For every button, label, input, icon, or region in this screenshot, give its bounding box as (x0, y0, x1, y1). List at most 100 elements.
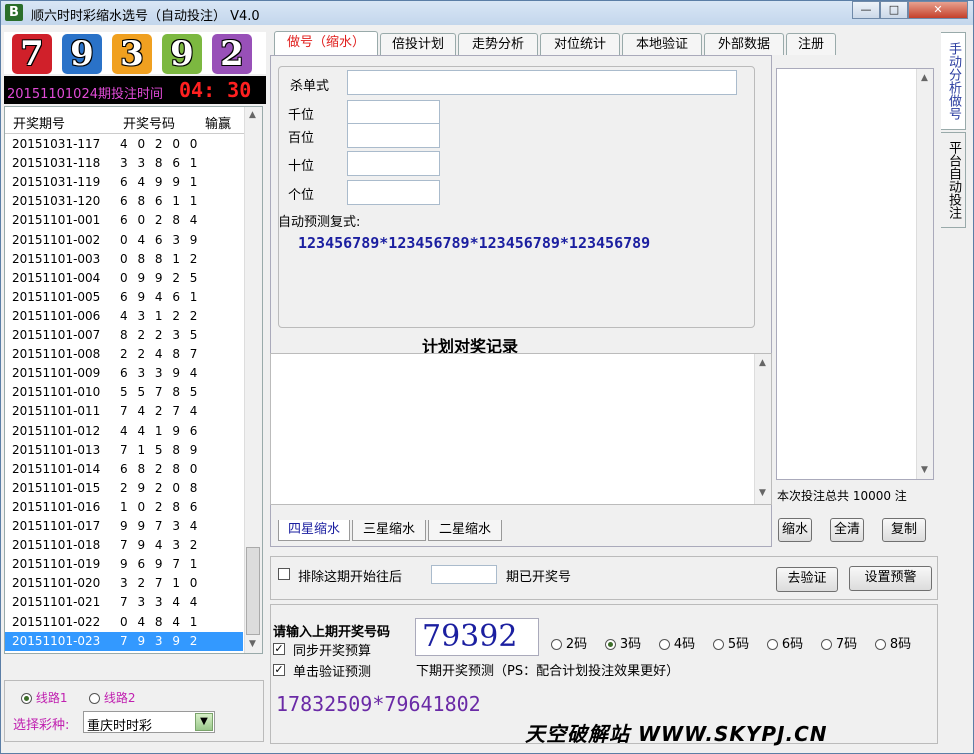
scroll-down-icon[interactable]: ▼ (759, 488, 766, 498)
single-verify-checkbox[interactable]: ✓ (273, 662, 285, 676)
kill-input[interactable] (347, 70, 737, 95)
table-row[interactable]: 20151101-002 0 4 6 3 9 (5, 231, 243, 250)
code-option-radio[interactable]: 3码 (605, 633, 641, 652)
minimize-button[interactable]: — (852, 1, 880, 19)
row-period: 20151101-018 (12, 538, 101, 553)
qian-label: 千位 (288, 108, 315, 123)
clear-button[interactable]: 全清 (830, 518, 864, 542)
tab-auto-bet[interactable]: 平台自动投注 (941, 132, 966, 228)
table-row[interactable]: 20151101-006 4 3 1 2 2 (5, 307, 243, 326)
code-option-radio[interactable]: 5码 (713, 633, 749, 652)
table-row[interactable]: 20151101-019 9 6 9 7 1 (5, 555, 243, 574)
table-row[interactable]: 20151101-003 0 8 8 1 2 (5, 250, 243, 269)
record-scrollbar[interactable]: ▲ ▼ (754, 354, 771, 504)
tab-multiply-plan[interactable]: 倍投计划 (380, 33, 456, 55)
exclude-checkbox[interactable] (278, 566, 290, 580)
sync-checkbox[interactable]: ✓ (273, 641, 285, 655)
shi-input[interactable] (347, 151, 440, 176)
copy-button[interactable]: 复制 (882, 518, 926, 542)
table-row[interactable]: 20151101-015 2 9 2 0 8 (5, 479, 243, 498)
header-number[interactable]: 开奖号码 (123, 113, 175, 132)
table-row[interactable]: 20151101-001 6 0 2 8 4 (5, 211, 243, 230)
row-numbers: 4 4 1 9 6 (120, 423, 201, 438)
table-row[interactable]: 20151101-014 6 8 2 8 0 (5, 460, 243, 479)
scroll-down-icon[interactable]: ▼ (921, 465, 928, 475)
table-row[interactable]: 20151101-004 0 9 9 2 5 (5, 269, 243, 288)
shrink-button[interactable]: 缩水 (778, 518, 812, 542)
row-numbers: 4 3 1 2 2 (120, 308, 201, 323)
route2-radio[interactable]: 线路2 (89, 689, 135, 706)
row-numbers: 1 0 2 8 6 (120, 499, 201, 514)
table-row[interactable]: 20151101-018 7 9 4 3 2 (5, 536, 243, 555)
history-scrollbar[interactable]: ▲ ▼ (244, 107, 262, 653)
table-row[interactable]: 20151101-023 7 9 3 9 2 (5, 631, 243, 651)
scroll-thumb[interactable] (246, 547, 260, 635)
subtab-four-star[interactable]: 四星缩水 (278, 520, 350, 541)
code-option-radio[interactable]: 6码 (767, 633, 803, 652)
tab-external-data[interactable]: 外部数据 (704, 33, 784, 55)
tab-register[interactable]: 注册 (786, 33, 836, 55)
table-row[interactable]: 20151101-010 5 5 7 8 5 (5, 383, 243, 402)
scroll-up-icon[interactable]: ▲ (249, 110, 256, 120)
row-period: 20151031-120 (12, 194, 101, 209)
table-row[interactable]: 20151101-007 8 2 2 3 5 (5, 326, 243, 345)
route1-radio[interactable]: 线路1 (21, 689, 67, 706)
set-warning-button[interactable]: 设置预警 (849, 566, 932, 591)
history-list[interactable]: 开奖期号 开奖号码 输赢 20151031-117 4 0 2 0 0 201510… (4, 106, 263, 654)
code-option-radio[interactable]: 7码 (821, 633, 857, 652)
bai-input[interactable] (347, 123, 440, 148)
table-row[interactable]: 20151031-119 6 4 9 9 1 (5, 173, 243, 192)
next-predict-label: 下期开奖预测（PS：配合计划投注效果更好） (416, 664, 680, 679)
subtab-two-star[interactable]: 二星缩水 (428, 520, 502, 541)
code-option-label: 3码 (619, 637, 642, 652)
subtab-three-star[interactable]: 三星缩水 (352, 520, 426, 541)
scroll-up-icon[interactable]: ▲ (921, 73, 928, 83)
title-bar: B 顺六时时彩缩水选号（自动投注） V4.0 — □ ✕ (1, 1, 973, 25)
table-row[interactable]: 20151101-011 7 4 2 7 4 (5, 402, 243, 421)
tab-shrink[interactable]: 做号（缩水） (274, 31, 378, 56)
ge-input[interactable] (347, 180, 440, 205)
verify-button[interactable]: 去验证 (776, 567, 838, 592)
code-option-radio[interactable]: 4码 (659, 633, 695, 652)
table-row[interactable]: 20151031-120 6 8 6 1 1 (5, 192, 243, 211)
record-textbox[interactable]: ▲ ▼ (270, 353, 772, 505)
code-option-radio[interactable]: 2码 (551, 633, 587, 652)
table-row[interactable]: 20151101-017 9 9 7 3 4 (5, 517, 243, 536)
tab-manual-analysis[interactable]: 手动分析做号 (941, 32, 966, 130)
row-period: 20151101-017 (12, 519, 101, 533)
close-button[interactable]: ✕ (908, 1, 968, 19)
header-period[interactable]: 开奖期号 (13, 113, 65, 132)
result-list[interactable]: ▲ ▼ (776, 68, 934, 480)
row-period: 20151101-020 (12, 576, 101, 591)
qian-input[interactable] (347, 100, 440, 125)
table-row[interactable]: 20151031-118 3 3 8 6 1 (5, 154, 243, 173)
tab-trend[interactable]: 走势分析 (458, 33, 538, 55)
ge-label: 个位 (288, 188, 315, 203)
maximize-button[interactable]: □ (880, 1, 908, 19)
table-row[interactable]: 20151101-020 3 2 7 1 0 (5, 574, 243, 593)
last-number-input[interactable]: 79392 (415, 618, 539, 656)
table-row[interactable]: 20151101-021 7 3 3 4 4 (5, 593, 243, 612)
header-result[interactable]: 输赢 (205, 113, 231, 132)
scroll-down-icon[interactable]: ▼ (249, 639, 256, 649)
chevron-down-icon[interactable]: ▼ (195, 713, 213, 731)
kill-label: 杀单式 (290, 79, 330, 94)
table-row[interactable]: 20151101-012 4 4 1 9 6 (5, 422, 243, 441)
row-numbers: 3 2 7 1 0 (120, 576, 201, 591)
result-scrollbar[interactable]: ▲ ▼ (916, 69, 933, 479)
exclude-period-input[interactable] (431, 565, 497, 584)
row-numbers: 0 8 8 1 2 (120, 251, 201, 266)
tab-local-verify[interactable]: 本地验证 (622, 33, 702, 55)
table-row[interactable]: 20151031-117 4 0 2 0 0 (5, 135, 243, 154)
scroll-up-icon[interactable]: ▲ (759, 358, 766, 368)
code-option-radio[interactable]: 8码 (875, 633, 911, 652)
table-row[interactable]: 20151101-016 1 0 2 8 6 (5, 498, 243, 517)
table-row[interactable]: 20151101-022 0 4 8 4 1 (5, 613, 243, 632)
table-row[interactable]: 20151101-013 7 1 5 8 9 (5, 441, 243, 460)
table-row[interactable]: 20151101-009 6 3 3 9 4 (5, 364, 243, 383)
table-row[interactable]: 20151101-005 6 9 4 6 1 (5, 288, 243, 307)
tab-position-stats[interactable]: 对位统计 (540, 33, 620, 55)
row-numbers: 5 5 7 8 5 (120, 385, 201, 400)
lottery-select[interactable]: 重庆时时彩 ▼ (83, 711, 215, 734)
table-row[interactable]: 20151101-008 2 2 4 8 7 (5, 345, 243, 364)
